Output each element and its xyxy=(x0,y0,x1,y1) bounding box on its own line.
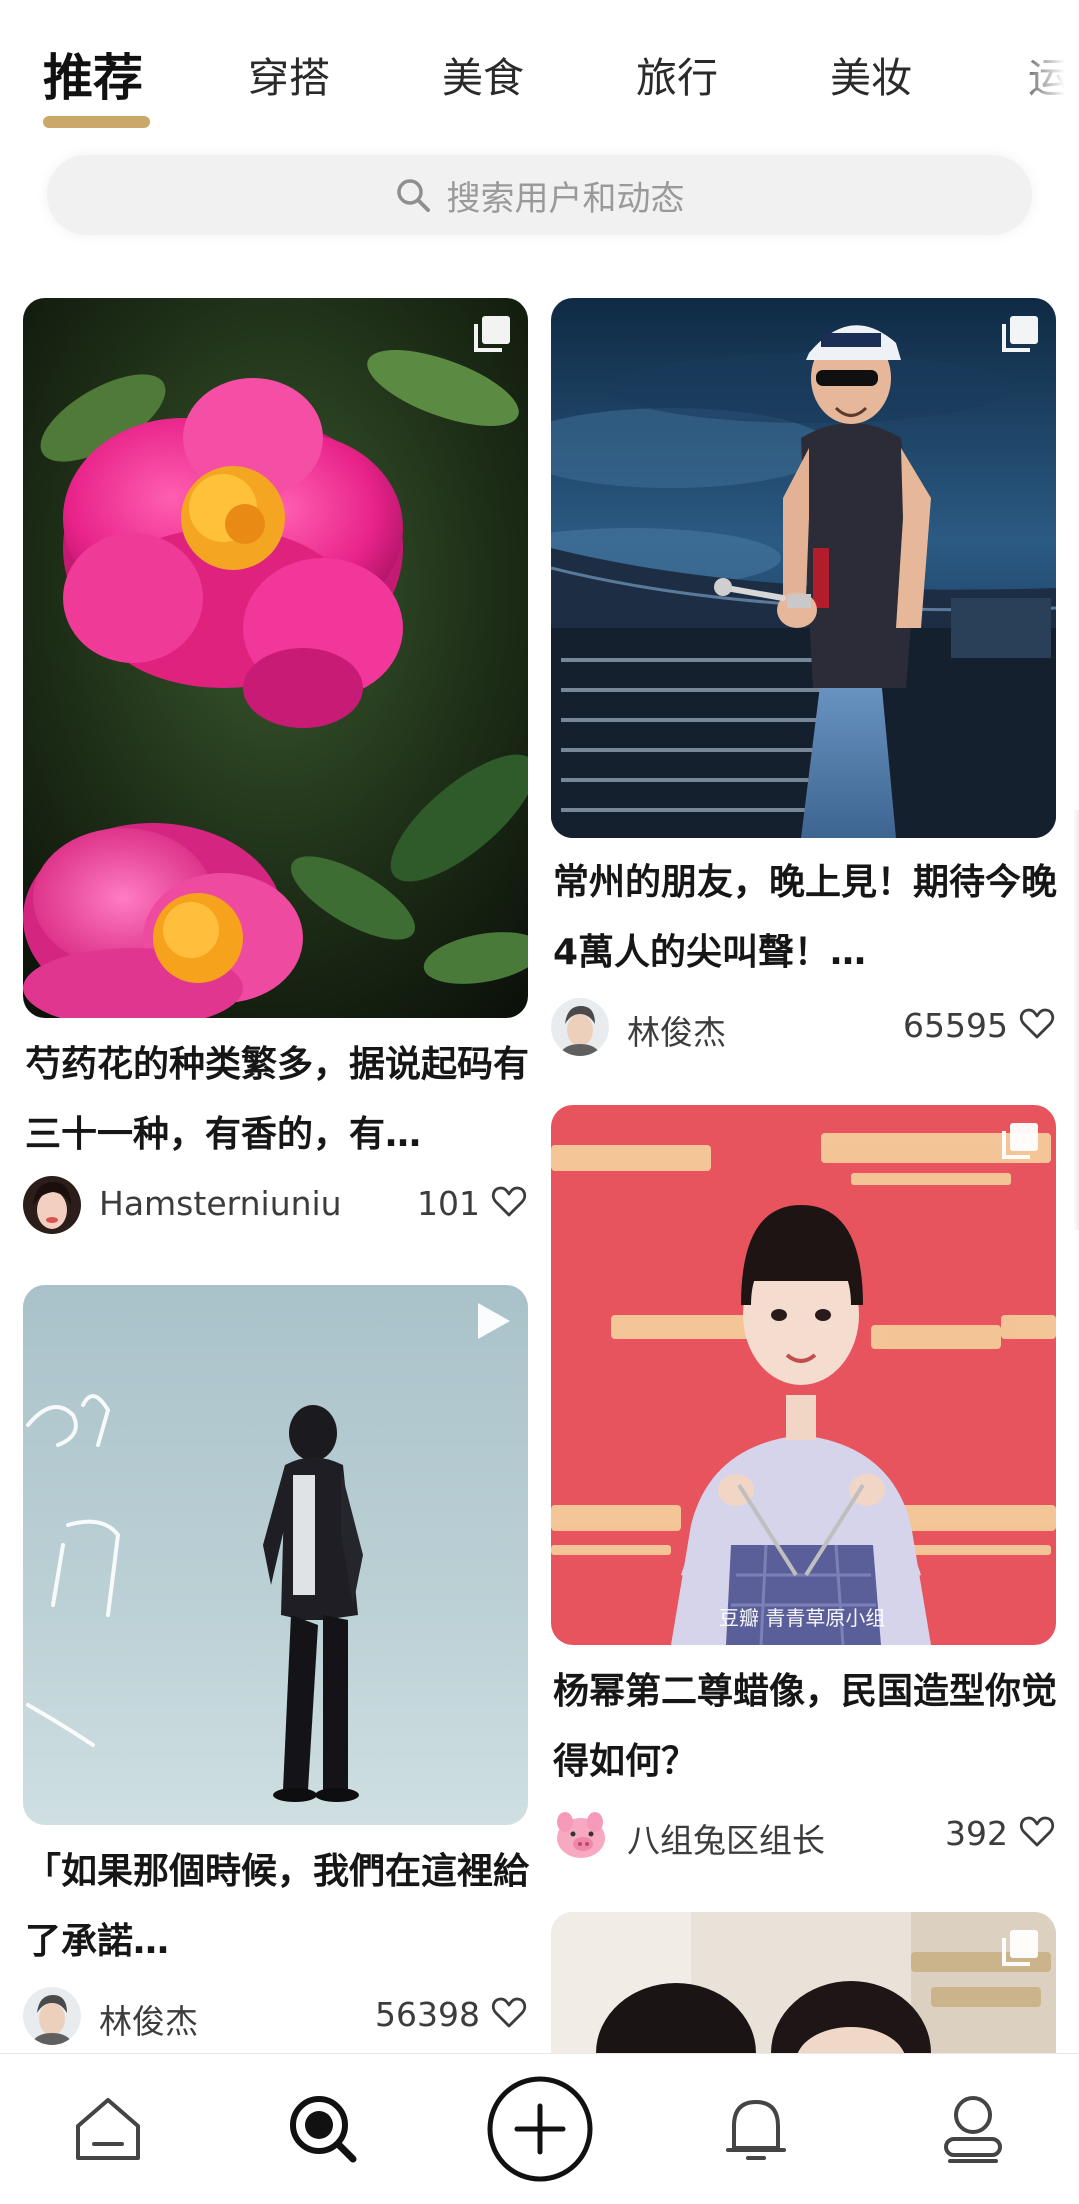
post-meta: Hamsterniuniu 101 xyxy=(23,1176,528,1236)
multi-image-icon xyxy=(1002,1123,1038,1159)
svg-text:豆瓣 青青草原小组: 豆瓣 青青草原小组 xyxy=(719,1606,885,1630)
active-tab-indicator xyxy=(43,116,150,128)
post-image[interactable] xyxy=(551,1912,1056,2053)
multi-image-icon xyxy=(474,316,510,352)
nav-notifications[interactable] xyxy=(688,2054,823,2204)
nav-discover[interactable] xyxy=(255,2054,390,2204)
search-bar[interactable]: 搜索用户和动态 xyxy=(47,155,1032,235)
post-image[interactable] xyxy=(23,1285,528,1825)
post-image[interactable]: 豆瓣 青青草原小组 xyxy=(551,1105,1056,1645)
author-name[interactable]: 林俊杰 xyxy=(627,1006,726,1054)
nav-create[interactable] xyxy=(470,2054,610,2204)
post-meta: 林俊杰 56398 xyxy=(23,1987,528,2047)
category-tabs: 推荐 穿搭 美食 旅行 美妆 运 xyxy=(0,0,1079,140)
discover-icon xyxy=(289,2096,356,2163)
avatar[interactable] xyxy=(551,1806,609,1864)
like-count: 392 xyxy=(945,1814,1008,1853)
avatar[interactable] xyxy=(551,998,609,1056)
author-name[interactable]: Hamsterniuniu xyxy=(99,1184,342,1223)
multi-image-icon xyxy=(1002,1930,1038,1966)
like-count: 65595 xyxy=(903,1006,1008,1045)
post-image[interactable] xyxy=(551,298,1056,838)
tab-food[interactable]: 美食 xyxy=(442,44,524,104)
nav-profile[interactable] xyxy=(905,2054,1040,2204)
post-caption[interactable]: 常州的朋友，晚上見！期待今晚4萬人的尖叫聲！… xyxy=(553,848,1058,988)
multi-image-icon xyxy=(1002,316,1038,352)
scroll-edge xyxy=(1073,810,1079,1230)
post-caption[interactable]: 芍药花的种类繁多，据说起码有三十一种，有香的，有… xyxy=(25,1030,530,1170)
like-count: 101 xyxy=(417,1184,480,1223)
post-caption[interactable]: 杨幂第二尊蜡像，民国造型你觉得如何？ xyxy=(553,1657,1058,1797)
play-icon[interactable] xyxy=(470,1299,514,1343)
post-meta: 八组兔区组长 392 xyxy=(551,1806,1056,1866)
avatar[interactable] xyxy=(23,1987,81,2045)
tab-outfits[interactable]: 穿搭 xyxy=(248,44,330,104)
profile-icon xyxy=(943,2096,1002,2163)
author-name[interactable]: 八组兔区组长 xyxy=(627,1814,825,1862)
bottom-navigation xyxy=(0,2053,1079,2204)
avatar[interactable] xyxy=(23,1176,81,1234)
nav-home[interactable] xyxy=(40,2054,175,2204)
heart-icon[interactable] xyxy=(490,1993,528,2031)
tab-travel[interactable]: 旅行 xyxy=(636,44,718,104)
post-image[interactable] xyxy=(23,298,528,1018)
heart-icon[interactable] xyxy=(490,1182,528,1220)
tab-recommended[interactable]: 推荐 xyxy=(43,38,143,110)
post-meta: 林俊杰 65595 xyxy=(551,998,1056,1058)
heart-icon[interactable] xyxy=(1018,1004,1056,1042)
post-caption[interactable]: 「如果那個時候，我們在這裡給了承諾… xyxy=(25,1837,530,1977)
home-icon xyxy=(75,2098,140,2160)
author-name[interactable]: 林俊杰 xyxy=(99,1995,198,2043)
tab-makeup[interactable]: 美妆 xyxy=(830,44,912,104)
create-icon xyxy=(487,2076,593,2182)
search-placeholder: 搜索用户和动态 xyxy=(446,178,685,219)
notifications-icon xyxy=(725,2100,786,2160)
tabs-fade xyxy=(1009,30,1079,110)
like-count: 56398 xyxy=(375,1995,480,2034)
heart-icon[interactable] xyxy=(1018,1812,1056,1850)
search-icon xyxy=(395,177,431,213)
